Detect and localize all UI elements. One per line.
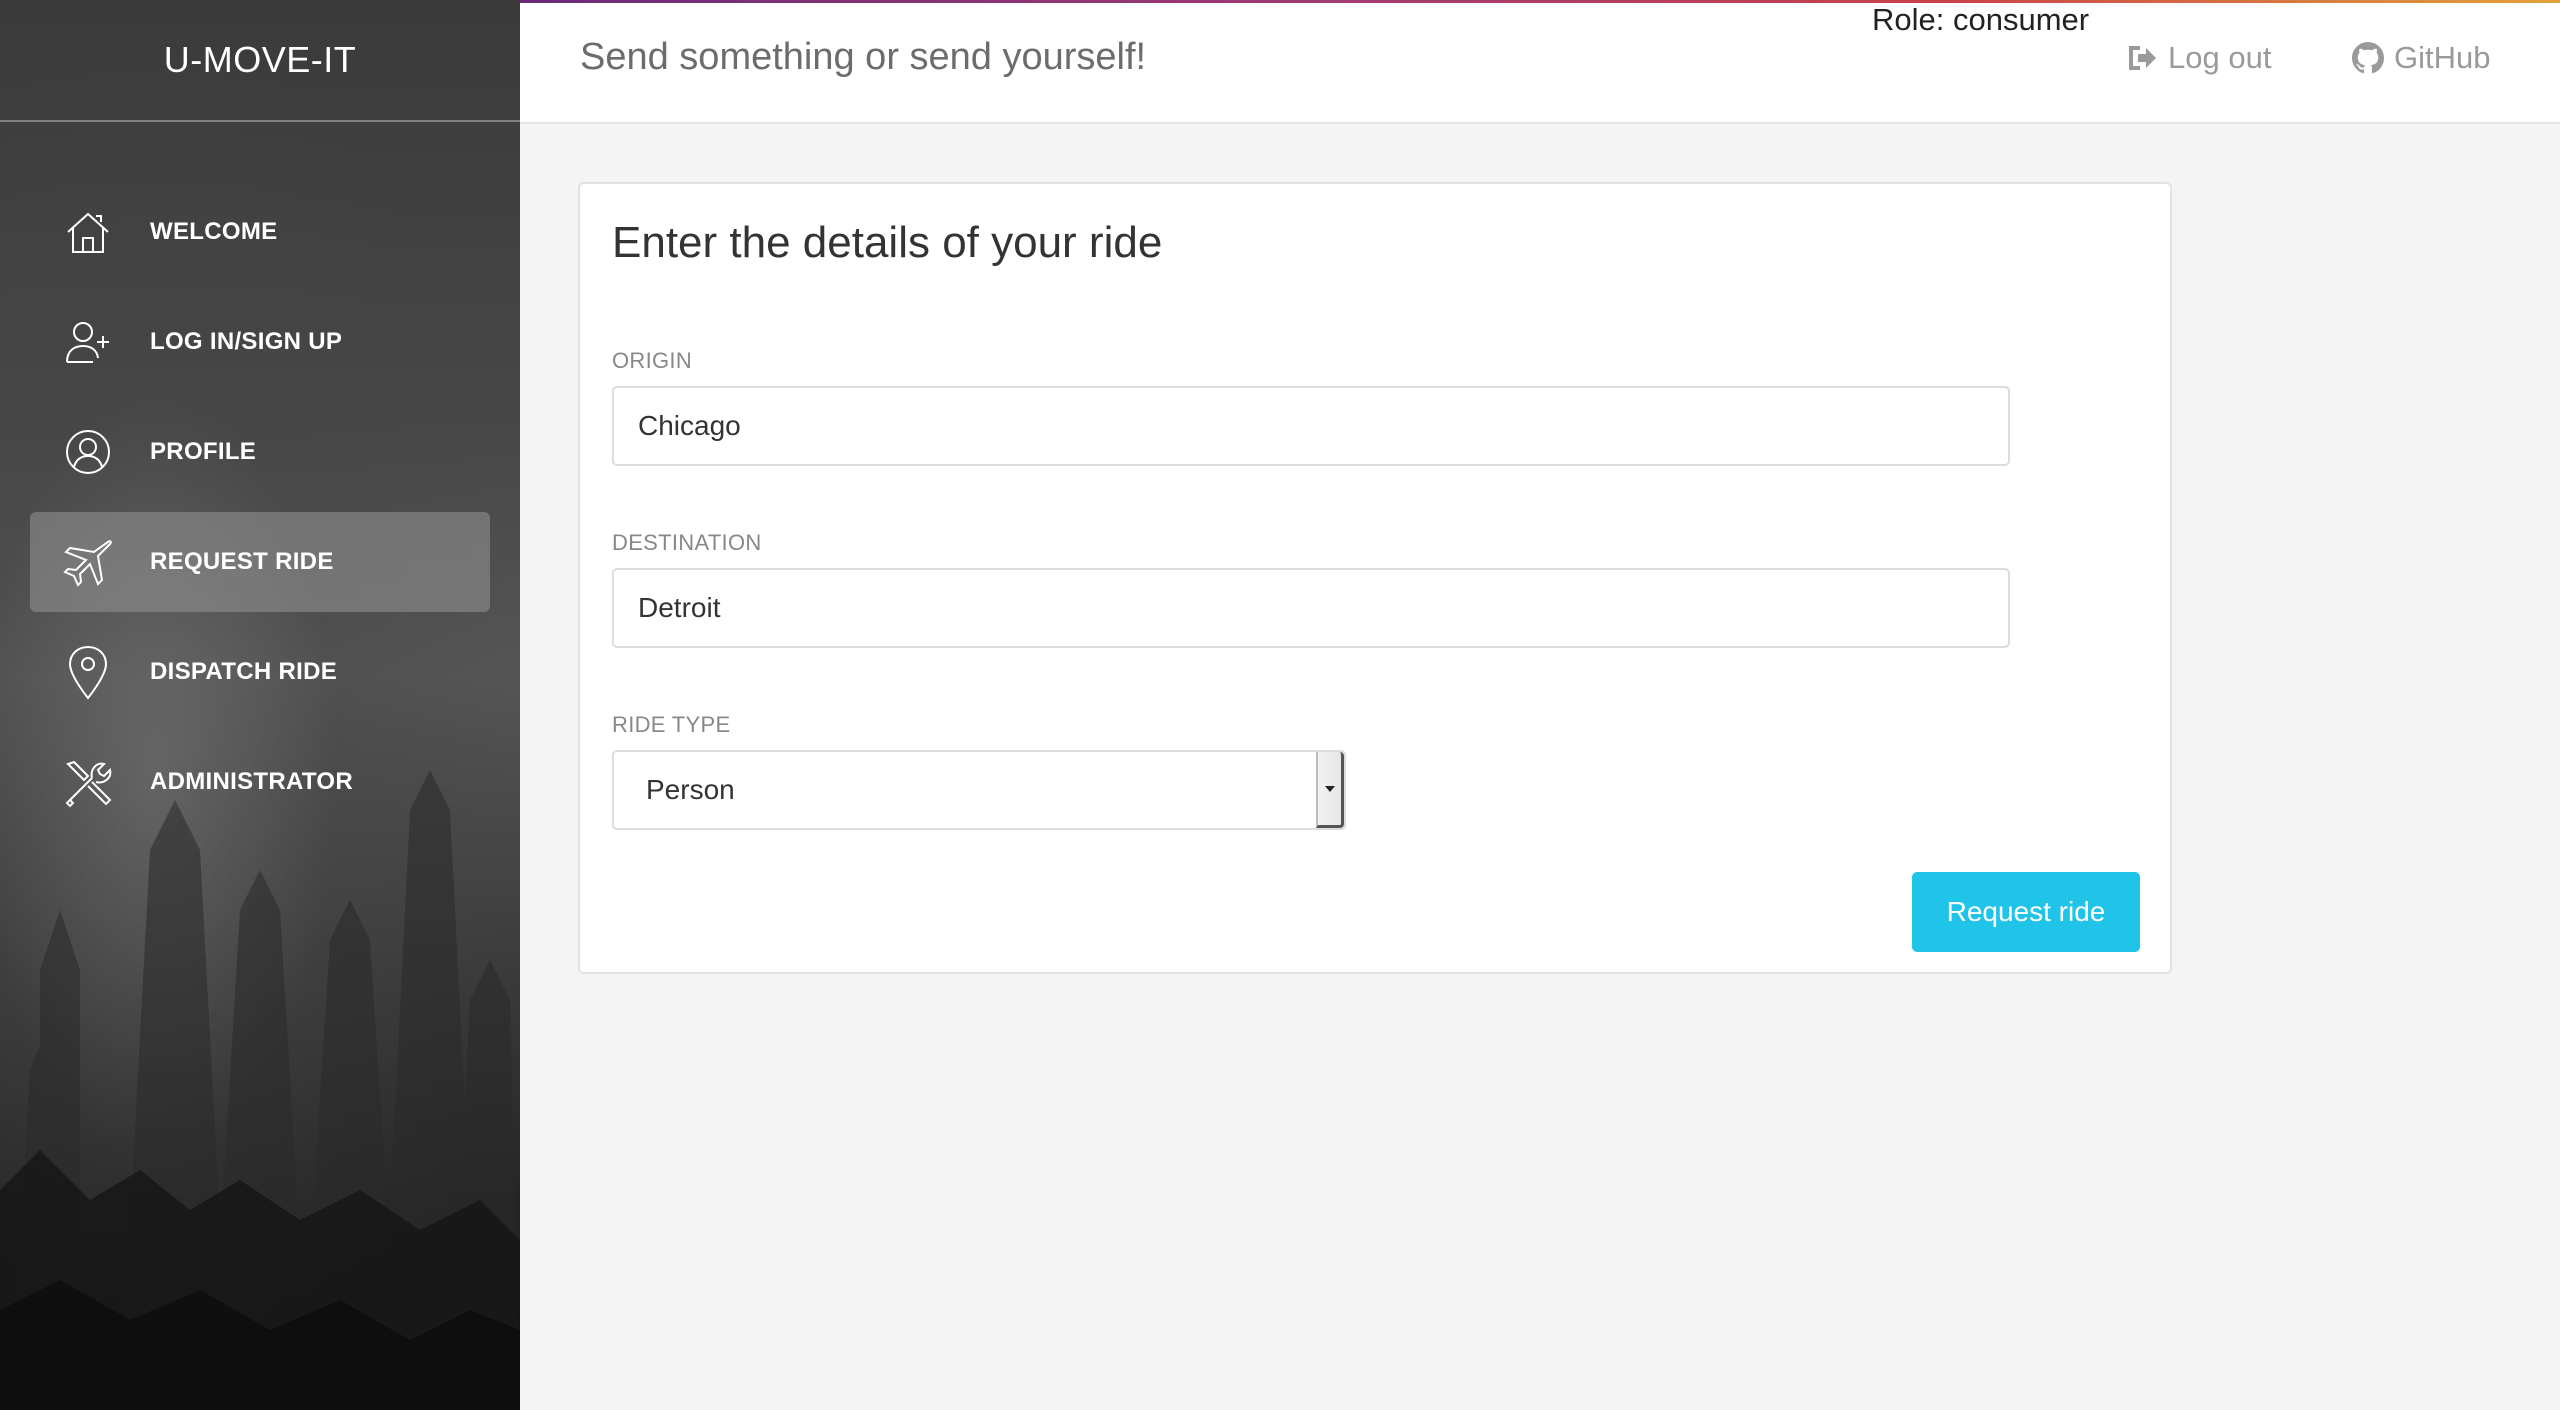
sidebar-item-login-signup[interactable]: LOG IN/SIGN UP [30,292,490,392]
sidebar-item-administrator[interactable]: ADMINISTRATOR [30,732,490,832]
sidebar-nav: WELCOME LOG IN/SIGN UP PROFILE REQUEST R… [0,182,520,832]
sign-out-icon [2129,46,2156,70]
sidebar-item-label: DISPATCH RIDE [150,658,338,685]
header-accent-line [520,0,2560,3]
destination-label: DESTINATION [612,530,762,555]
profile-icon [62,426,114,478]
sidebar-item-label: LOG IN/SIGN UP [150,328,343,355]
user-add-icon [62,316,114,368]
request-ride-button[interactable]: Request ride [1912,872,2140,952]
github-label: GitHub [2394,40,2491,75]
sidebar: U-MOVE-IT WELCOME LOG IN/SIGN UP PROFILE… [0,0,520,1410]
ride-type-select[interactable]: Person [612,750,1346,830]
map-pin-icon [62,645,114,700]
sidebar-item-profile[interactable]: PROFILE [30,402,490,502]
github-link[interactable]: GitHub [2352,40,2490,76]
ride-type-label: RIDE TYPE [612,712,731,737]
home-icon [62,206,114,258]
top-header: Send something or send yourself! Role: c… [520,0,2560,124]
logout-link[interactable]: Log out [2126,40,2271,76]
card-title: Enter the details of your ride [612,218,1163,267]
sidebar-item-label: PROFILE [150,438,257,465]
sidebar-item-welcome[interactable]: WELCOME [30,182,490,282]
ride-details-card: Enter the details of your ride ORIGIN DE… [578,182,2172,974]
sidebar-item-dispatch-ride[interactable]: DISPATCH RIDE [30,622,490,722]
ride-type-selected-value: Person [646,774,735,805]
sidebar-item-label: ADMINISTRATOR [150,768,354,795]
sidebar-item-label: REQUEST RIDE [150,548,334,575]
origin-input[interactable] [612,386,2010,466]
page-title: Send something or send yourself! [580,36,1147,78]
tools-icon [62,756,114,808]
app-root: U-MOVE-IT WELCOME LOG IN/SIGN UP PROFILE… [0,0,2560,1410]
github-icon [2352,42,2384,74]
role-indicator: Role: consumer [1872,2,2090,37]
destination-input[interactable] [612,568,2010,648]
chevron-down-icon[interactable] [1316,752,1344,828]
logout-label: Log out [2168,40,2272,75]
brand-title[interactable]: U-MOVE-IT [0,0,520,122]
sidebar-item-request-ride[interactable]: REQUEST RIDE [30,512,490,612]
sidebar-item-label: WELCOME [150,218,278,245]
airplane-icon [62,536,114,588]
origin-label: ORIGIN [612,348,693,373]
